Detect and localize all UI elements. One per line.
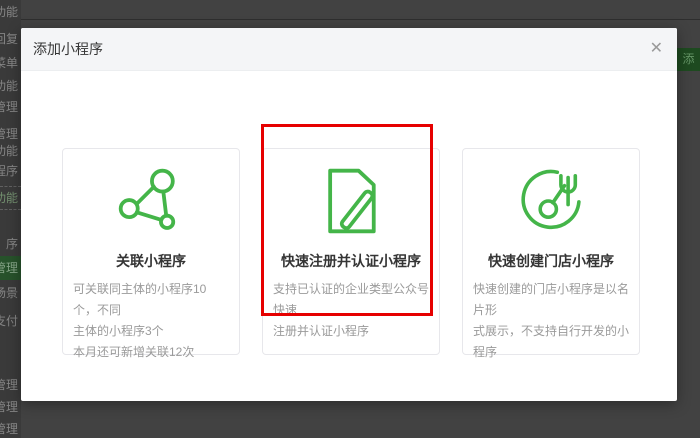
card-desc-line: 快速创建的门店小程序是以名片形 [473, 282, 630, 317]
sidebar-item[interactable]: 回复 [0, 32, 21, 46]
sidebar-item[interactable]: 管理 [0, 100, 21, 114]
sidebar-item[interactable]: 小程序 [0, 164, 21, 178]
card-title: 快速创建门店小程序 [488, 253, 614, 269]
sidebar-item[interactable]: 场景 [0, 286, 21, 300]
card-desc-line: 式展示，不支持自行开发的小程序 [473, 324, 630, 359]
link-network-icon [118, 168, 176, 230]
card-title: 关联小程序 [116, 253, 186, 269]
card-desc-line: 支持已认证的企业类型公众号快速 [273, 282, 430, 317]
sidebar-item[interactable]: 序 [0, 237, 21, 251]
sidebar: 功能 回复 义菜单 功能 管理 管理 功能 小程序 功能 序 序管理 场景 支付… [0, 0, 21, 438]
dialog-header: 添加小程序 ✕ [21, 28, 677, 71]
card-create-store-miniprogram[interactable]: 快速创建门店小程序 快速创建的门店小程序是以名片形 式展示，不支持自行开发的小程… [462, 148, 640, 359]
add-button-partial[interactable]: 添 [677, 48, 700, 71]
card-description: 快速创建的门店小程序是以名片形 式展示，不支持自行开发的小程序 [473, 279, 629, 363]
top-bar-divider [21, 19, 700, 20]
register-document-icon [328, 168, 376, 234]
card-description: 可关联同主体的小程序10个，不同 主体的小程序3个 本月还可新增关联12次 [73, 279, 229, 363]
card-link-miniprogram[interactable]: 关联小程序 可关联同主体的小程序10个，不同 主体的小程序3个 本月还可新增关联… [62, 148, 240, 359]
sidebar-item-new-feature[interactable]: 功能 [0, 186, 21, 210]
card-desc-line: 主体的小程序3个 [73, 324, 164, 338]
sidebar-item[interactable]: 功能 [0, 5, 21, 19]
sidebar-item[interactable]: 功能 [0, 79, 21, 93]
card-desc-line: 可关联同主体的小程序10个，不同 [73, 282, 207, 317]
dialog-title: 添加小程序 [33, 41, 103, 57]
sidebar-item[interactable]: 功能 [0, 144, 21, 158]
add-miniprogram-dialog: 添加小程序 ✕ 关联小程序 可关联同主体的小程序10个，不同 主体的小程序3个 … [21, 28, 677, 401]
card-desc-line: 本月还可新增关联12次 [73, 345, 195, 359]
sidebar-item[interactable]: 管理 [0, 422, 21, 436]
card-title: 快速注册并认证小程序 [281, 253, 421, 269]
sidebar-item[interactable]: 支付 [0, 314, 21, 328]
close-icon[interactable]: ✕ [650, 28, 663, 70]
sidebar-item[interactable]: 义菜单 [0, 56, 21, 70]
store-fork-spoon-icon [521, 169, 581, 230]
dialog-body: 关联小程序 可关联同主体的小程序10个，不同 主体的小程序3个 本月还可新增关联… [21, 70, 677, 401]
card-register-certify-miniprogram[interactable]: 快速注册并认证小程序 支持已认证的企业类型公众号快速 注册并认证小程序 [262, 148, 440, 355]
card-desc-line: 注册并认证小程序 [273, 324, 370, 338]
sidebar-item-miniprogram-admin-active[interactable]: 序管理 [0, 256, 21, 280]
sidebar-item[interactable]: 管理 [0, 400, 21, 414]
sidebar-item[interactable]: 管理 [0, 378, 21, 392]
sidebar-item[interactable]: 管理 [0, 127, 21, 141]
card-description: 支持已认证的企业类型公众号快速 注册并认证小程序 [273, 279, 429, 342]
